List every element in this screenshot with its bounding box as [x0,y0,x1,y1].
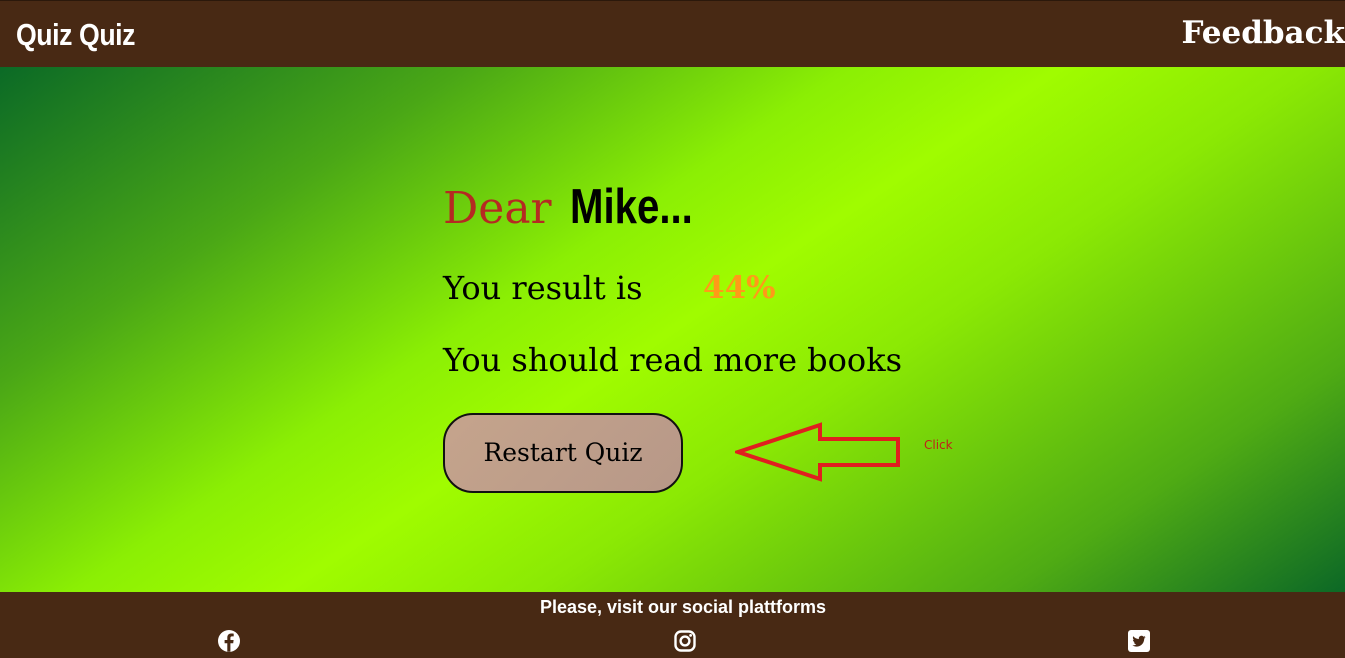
greeting-word: Dear [443,183,552,234]
restart-quiz-button[interactable]: Restart Quiz [443,413,683,493]
arrow-left-icon [735,422,900,482]
result-advice: You should read more books [443,341,902,379]
brand-logo[interactable]: Quiz Quiz [16,15,135,55]
footer-text: Please, visit our social plattforms [539,597,827,617]
instagram-icon[interactable] [673,629,697,653]
facebook-icon[interactable] [217,629,241,653]
nav-feedback-link[interactable]: Feedback [1181,13,1345,53]
user-name: Mike... [569,180,693,234]
site-header: Quiz Quiz Feedback [0,0,1345,67]
greeting-heading: Dear Mike... [443,177,720,239]
twitter-icon[interactable] [1127,629,1151,653]
result-section: Dear Mike... You result is 44% You shoul… [0,67,1345,592]
result-label: You result is [443,269,643,307]
result-score: 44% [703,270,776,306]
site-footer: Please, visit our social plattforms [0,592,1345,658]
click-annotation: Click [924,438,953,452]
